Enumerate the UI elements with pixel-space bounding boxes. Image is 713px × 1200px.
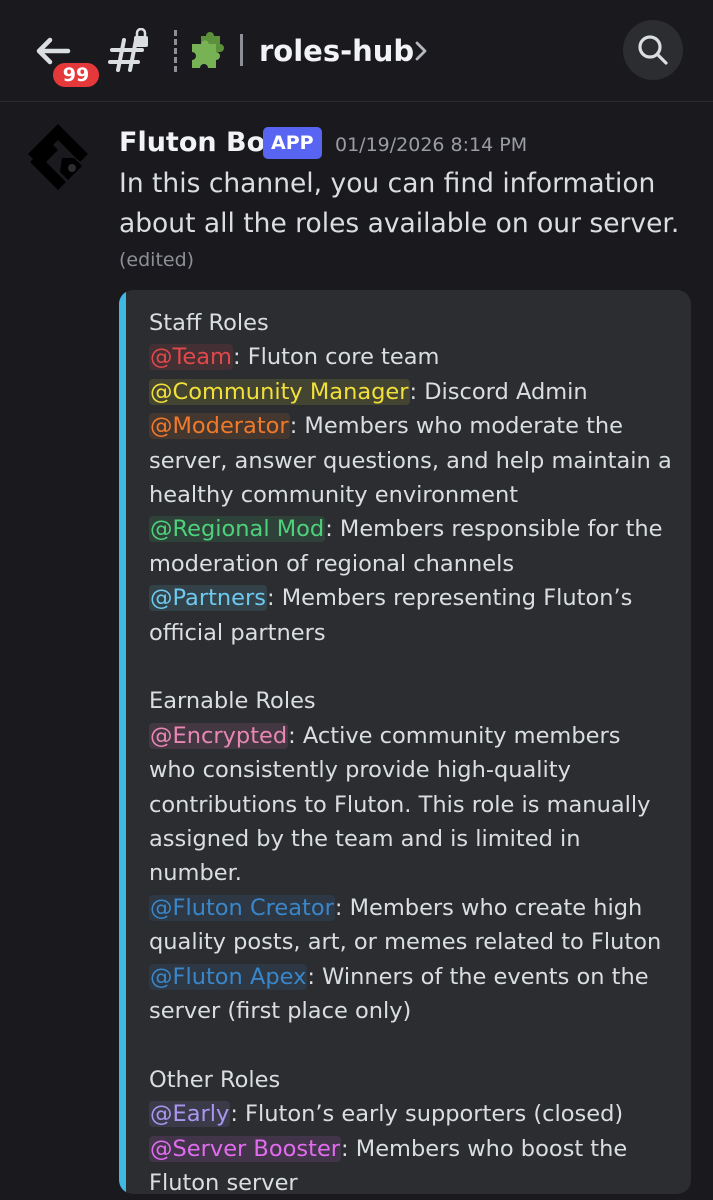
role-description: : Winners of the events on the xyxy=(307,963,649,990)
channel-name[interactable]: roles-hub xyxy=(259,30,414,72)
search-icon xyxy=(638,35,668,65)
role-entry-early: @Early: Fluton’s early supporters (close… xyxy=(149,1097,679,1131)
role-mention-team[interactable]: @Team xyxy=(149,344,233,371)
unread-badge: 99 xyxy=(50,60,102,90)
section-spacer xyxy=(149,1029,679,1063)
role-description: : Fluton’s early supporters (closed) xyxy=(230,1101,624,1128)
role-description: : Fluton core team xyxy=(232,344,440,371)
header-divider-dashed xyxy=(174,30,178,72)
embed: Staff Roles @Team: Fluton core team @Com… xyxy=(119,290,691,1194)
role-mention-fluton-apex[interactable]: @Fluton Apex xyxy=(149,963,308,990)
role-description: : Members who moderate the xyxy=(289,413,624,440)
message-content: In this channel, you can find informatio… xyxy=(119,164,689,244)
role-entry-partners: @Partners: Members representing Fluton’s xyxy=(149,581,679,615)
role-description: : Members responsible for the xyxy=(325,516,663,543)
role-entry-encrypted: @Encrypted: Active community members xyxy=(149,719,679,753)
section-title-earnable: Earnable Roles xyxy=(149,688,316,715)
role-mention-fluton-creator[interactable]: @Fluton Creator xyxy=(149,894,335,921)
role-description-line: assigned by the team and is limited in n… xyxy=(149,826,581,887)
edited-label: (edited) xyxy=(119,249,195,271)
section-spacer xyxy=(149,650,679,684)
role-mention-partners[interactable]: @Partners xyxy=(149,585,267,612)
section-title-other: Other Roles xyxy=(149,1066,281,1093)
hash-lock-icon xyxy=(106,27,154,76)
role-description-line: Fluton server xyxy=(149,1170,298,1194)
role-mention-moderator[interactable]: @Moderator xyxy=(149,413,290,440)
message-line: In this channel, you can find informatio… xyxy=(119,168,656,199)
role-description-line: official partners xyxy=(149,619,326,646)
role-description: : Discord Admin xyxy=(409,378,588,405)
role-description-line: server (first place only) xyxy=(149,998,412,1025)
role-entry-server-booster: @Server Booster: Members who boost the xyxy=(149,1132,679,1166)
message-author[interactable]: Fluton Bot xyxy=(119,124,278,162)
chevron-right-icon[interactable] xyxy=(412,40,430,62)
role-description-line: contributions to Fluton. This role is ma… xyxy=(149,791,651,818)
role-description-line: healthy community environment xyxy=(149,482,519,509)
role-description-line: quality posts, art, or memes related to … xyxy=(149,929,662,956)
role-entry-team: @Team: Fluton core team xyxy=(149,340,679,374)
embed-accent-bar xyxy=(119,290,126,1194)
role-description-line: server, answer questions, and help maint… xyxy=(149,447,672,474)
puzzle-icon xyxy=(186,30,228,72)
role-description: : Active community members xyxy=(288,722,621,749)
role-mention-server-booster[interactable]: @Server Booster xyxy=(149,1135,342,1162)
role-mention-regional-mod[interactable]: @Regional Mod xyxy=(149,516,326,543)
message-timestamp: 01/19/2026 8:14 PM xyxy=(335,134,528,156)
section-title-staff: Staff Roles xyxy=(149,310,269,336)
header-divider xyxy=(240,34,243,66)
role-entry-moderator: @Moderator: Members who moderate the xyxy=(149,409,679,443)
role-mention-encrypted[interactable]: @Encrypted xyxy=(149,722,289,749)
fluton-logo-icon xyxy=(28,124,88,190)
search-button[interactable] xyxy=(623,20,683,80)
embed-description: Staff Roles @Team: Fluton core team @Com… xyxy=(149,306,679,1194)
role-description-line: who consistently provide high-quality xyxy=(149,757,571,784)
role-entry-fluton-creator: @Fluton Creator: Members who create high xyxy=(149,891,679,925)
role-description-line: moderation of regional channels xyxy=(149,550,515,577)
message-line: about all the roles available on our ser… xyxy=(119,208,680,239)
role-entry-community-manager: @Community Manager: Discord Admin xyxy=(149,375,679,409)
app-tag: APP xyxy=(263,127,322,159)
role-description: : Members representing Fluton’s xyxy=(267,585,633,612)
avatar[interactable] xyxy=(22,122,98,198)
role-description: : Members who boost the xyxy=(341,1135,628,1162)
role-entry-regional-mod: @Regional Mod: Members responsible for t… xyxy=(149,512,679,546)
role-mention-community-manager[interactable]: @Community Manager xyxy=(149,378,410,405)
channel-header: 99 roles-hub xyxy=(0,0,713,102)
role-mention-early[interactable]: @Early xyxy=(149,1101,231,1128)
role-entry-fluton-apex: @Fluton Apex: Winners of the events on t… xyxy=(149,960,679,994)
role-description: : Members who create high xyxy=(334,894,643,921)
